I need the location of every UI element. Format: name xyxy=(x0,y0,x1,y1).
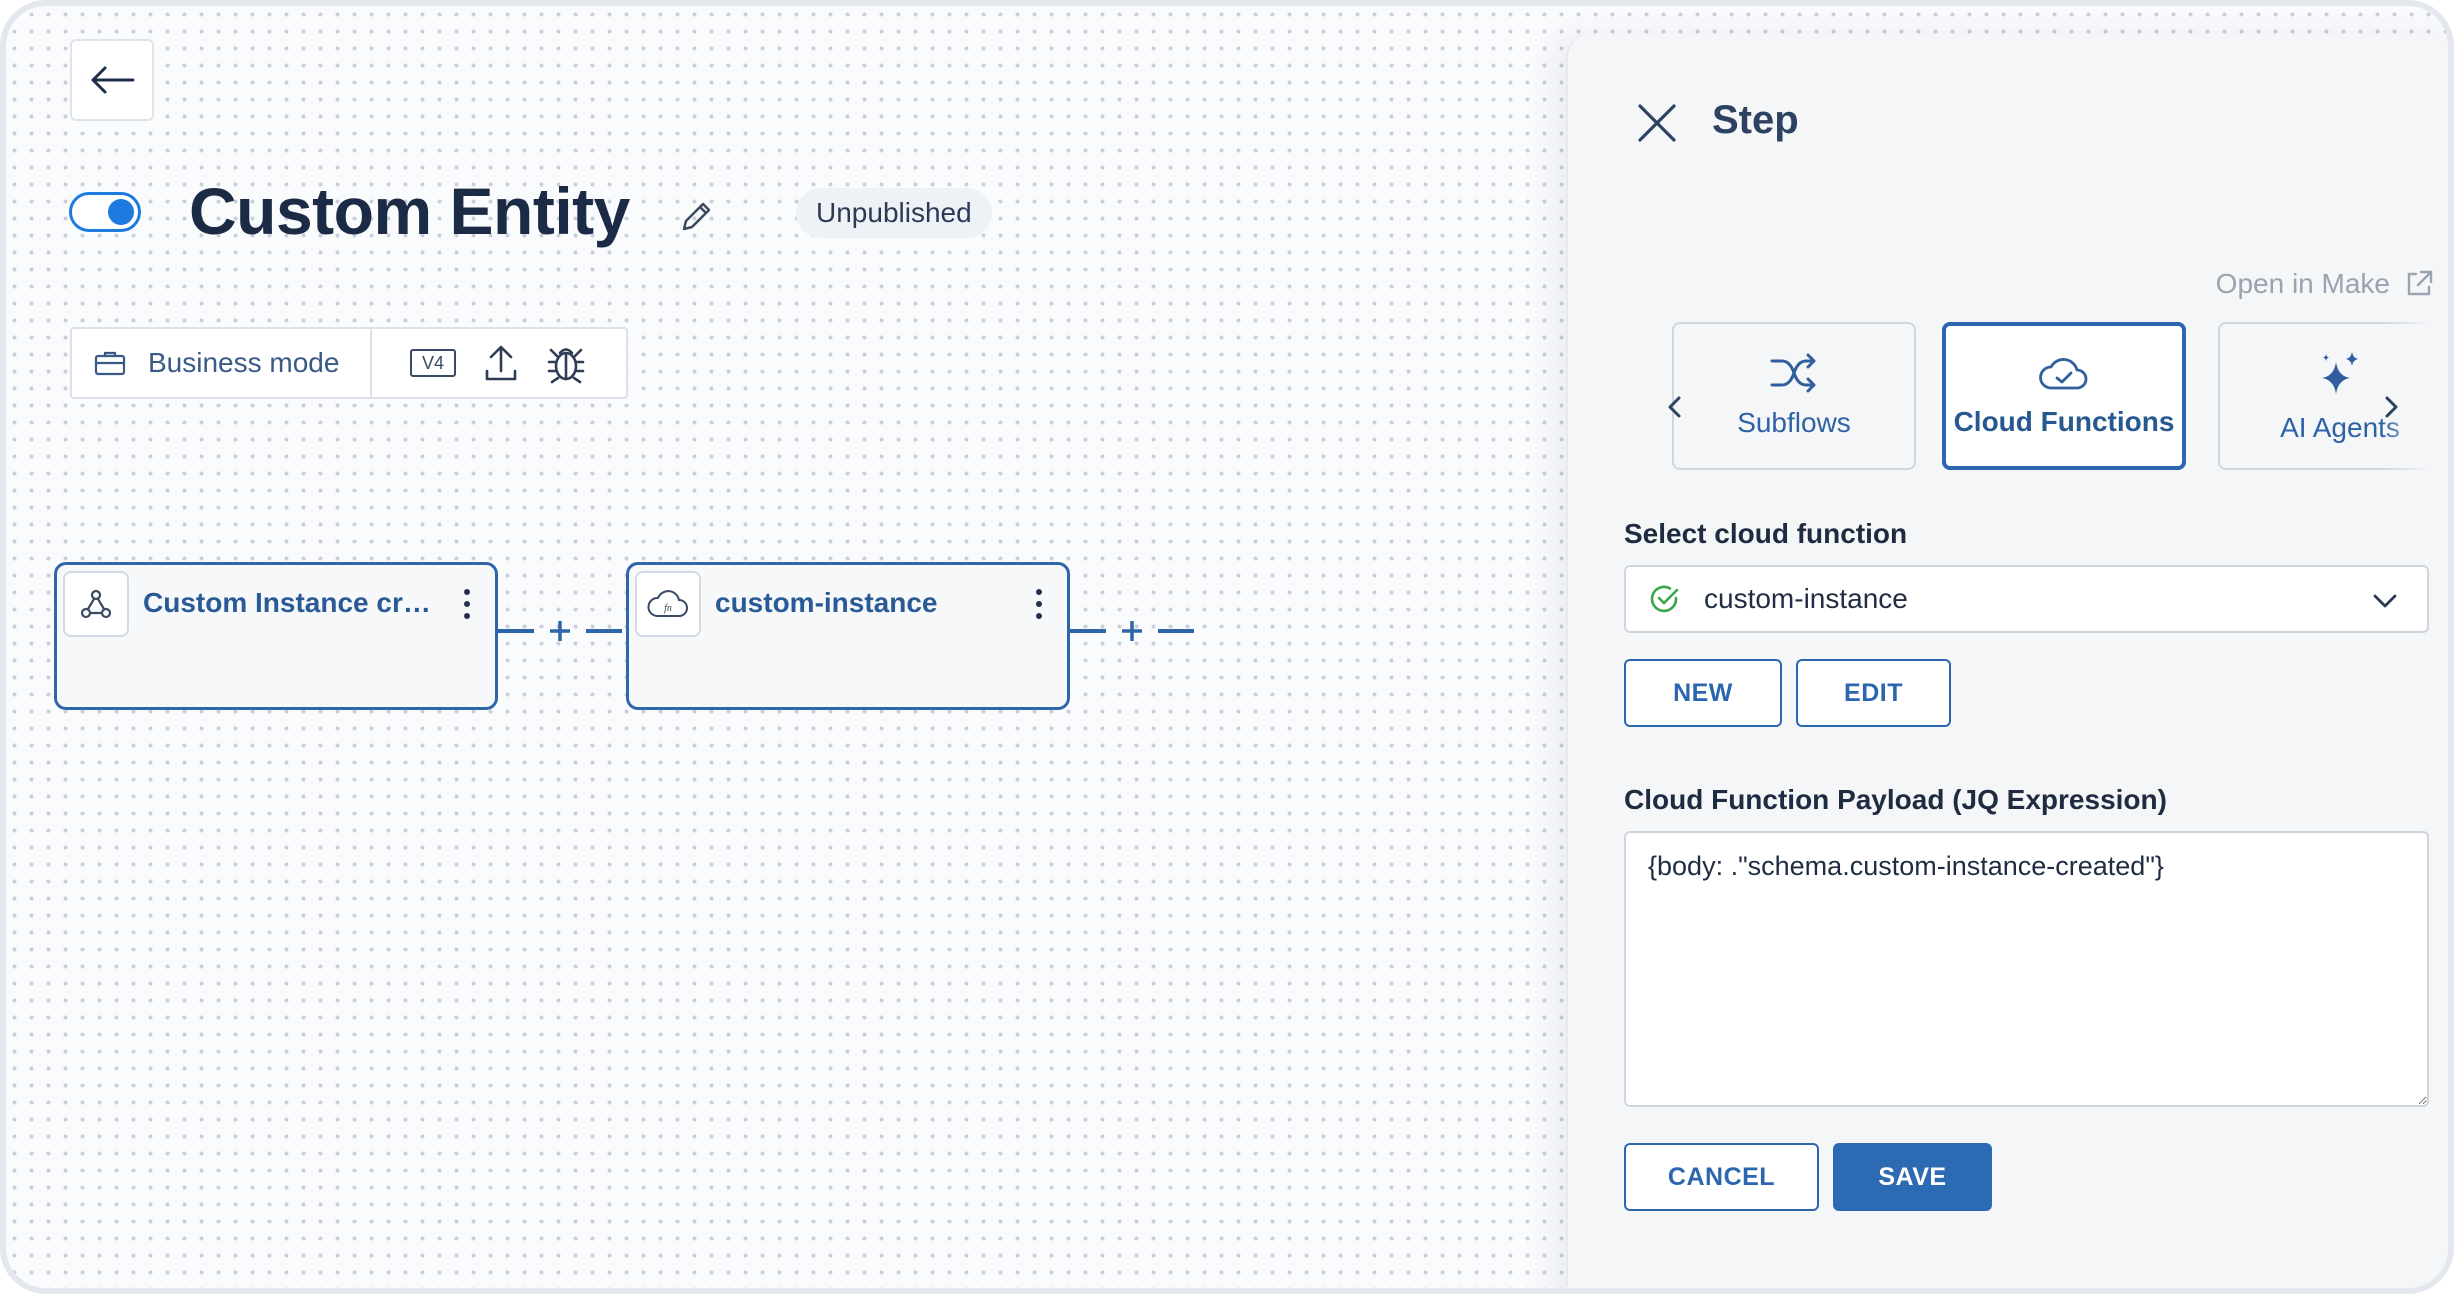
cloud-function-select[interactable]: custom-instance xyxy=(1624,565,2429,633)
chevron-left-icon[interactable] xyxy=(1660,392,1690,422)
edit-button[interactable]: EDIT xyxy=(1796,659,1951,727)
payload-label: Cloud Function Payload (JQ Expression) xyxy=(1624,784,2167,815)
select-value: custom-instance xyxy=(1704,583,1908,614)
close-icon[interactable] xyxy=(1632,98,1682,148)
check-circle-icon xyxy=(1650,585,1679,613)
tab-label: Cloud Functions xyxy=(1953,406,2175,437)
upload-icon[interactable] xyxy=(484,343,518,383)
panel-title: Step xyxy=(1712,98,1799,142)
app-frame: Custom Entity Unpublished Business mode … xyxy=(0,0,2454,1294)
node-label: custom-instance xyxy=(715,587,938,618)
cloud-check-icon xyxy=(2039,358,2088,390)
cancel-button[interactable]: CANCEL xyxy=(1624,1143,1819,1211)
node-label: Custom Instance created xyxy=(143,587,443,618)
webhook-icon xyxy=(63,571,129,637)
flow-node-trigger[interactable]: Custom Instance created xyxy=(54,562,498,710)
version-button[interactable]: V4 xyxy=(410,349,456,377)
status-badge: Unpublished xyxy=(796,188,992,238)
business-mode-button[interactable]: Business mode xyxy=(72,329,372,397)
bug-icon[interactable] xyxy=(546,342,586,384)
tab-label: Subflows xyxy=(1737,407,1851,438)
node-menu-icon[interactable] xyxy=(1033,589,1045,619)
payload-textarea[interactable]: {body: ."schema.custom-instance-created"… xyxy=(1624,831,2429,1107)
connector-add-step[interactable] xyxy=(496,606,626,656)
back-button[interactable] xyxy=(70,39,154,121)
open-in-make-label: Open in Make xyxy=(2215,268,2390,299)
fn-icon-text: fn xyxy=(664,603,672,614)
cloud-function-icon: fn xyxy=(635,571,701,637)
node-menu-icon[interactable] xyxy=(461,589,473,619)
external-link-icon xyxy=(2407,270,2433,296)
shuffle-icon xyxy=(1770,353,1816,393)
chevron-right-icon[interactable] xyxy=(2376,392,2406,422)
connector-add-step[interactable] xyxy=(1068,606,1198,656)
tab-subflows[interactable]: Subflows xyxy=(1672,322,1916,470)
flow-toolbar: Business mode V4 xyxy=(70,327,628,399)
page-title: Custom Entity xyxy=(189,174,630,248)
open-in-make-link[interactable]: Open in Make xyxy=(2216,268,2434,300)
toolbar-tools: V4 xyxy=(372,342,586,384)
toggle-knob xyxy=(108,199,134,225)
step-panel: Step Open in Make Subflows Cloud Functio… xyxy=(1566,34,2448,1288)
active-toggle[interactable] xyxy=(69,192,141,232)
flow-node-cloud-function[interactable]: fn custom-instance xyxy=(626,562,1070,710)
save-button[interactable]: SAVE xyxy=(1833,1143,1992,1211)
business-mode-label: Business mode xyxy=(148,347,340,378)
arrow-left-icon xyxy=(91,66,135,94)
briefcase-icon xyxy=(94,351,126,376)
chevron-down-icon xyxy=(2373,594,2397,608)
sparkles-icon xyxy=(2322,352,2358,394)
pencil-icon[interactable] xyxy=(676,196,716,236)
tab-cloud-functions[interactable]: Cloud Functions xyxy=(1942,322,2186,470)
step-type-carousel: Subflows Cloud Functions AI Agents xyxy=(1672,320,2432,480)
select-cloud-function-label: Select cloud function xyxy=(1624,518,1908,549)
new-button[interactable]: NEW xyxy=(1624,659,1782,727)
